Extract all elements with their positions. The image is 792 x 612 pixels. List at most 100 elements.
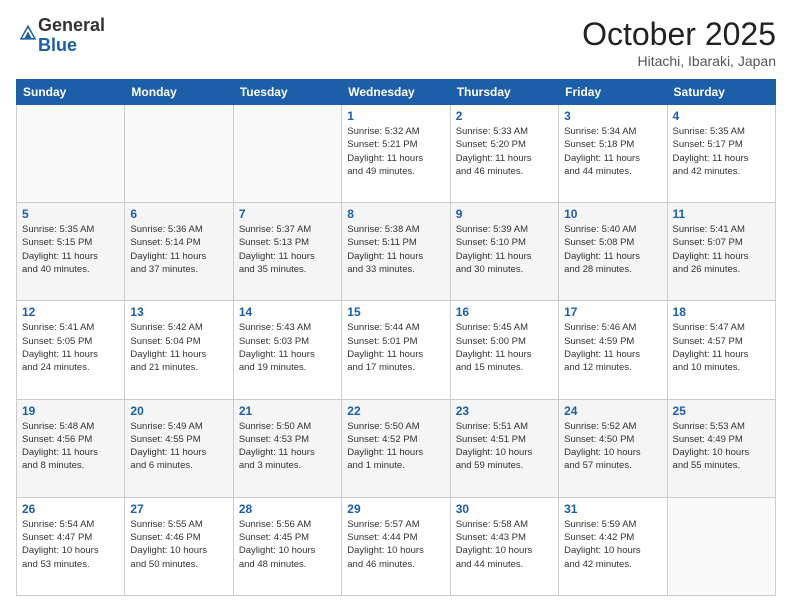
calendar-cell: 26 Sunrise: 5:54 AM Sunset: 4:47 PM Dayli… [17,497,125,595]
day-number: 26 [22,502,119,516]
weekday-header-saturday: Saturday [667,80,775,105]
day-info: Sunrise: 5:45 AM Sunset: 5:00 PM Dayligh… [456,321,553,374]
calendar-cell: 3 Sunrise: 5:34 AM Sunset: 5:18 PM Daylig… [559,105,667,203]
day-info: Sunrise: 5:33 AM Sunset: 5:20 PM Dayligh… [456,125,553,178]
calendar-cell: 15 Sunrise: 5:44 AM Sunset: 5:01 PM Dayli… [342,301,450,399]
day-number: 24 [564,404,661,418]
day-number: 1 [347,109,444,123]
calendar-cell: 31 Sunrise: 5:59 AM Sunset: 4:42 PM Dayli… [559,497,667,595]
day-info: Sunrise: 5:50 AM Sunset: 4:52 PM Dayligh… [347,420,444,473]
day-info: Sunrise: 5:49 AM Sunset: 4:55 PM Dayligh… [130,420,227,473]
weekday-header-friday: Friday [559,80,667,105]
calendar-cell: 13 Sunrise: 5:42 AM Sunset: 5:04 PM Dayli… [125,301,233,399]
calendar-cell: 19 Sunrise: 5:48 AM Sunset: 4:56 PM Dayli… [17,399,125,497]
day-number: 12 [22,305,119,319]
day-number: 3 [564,109,661,123]
calendar-cell: 10Sunrise: 5:40 AM Sunset: 5:08 PM Dayli… [559,203,667,301]
day-number: 22 [347,404,444,418]
weekday-header-sunday: Sunday [17,80,125,105]
calendar-cell: 17 Sunrise: 5:46 AM Sunset: 4:59 PM Dayli… [559,301,667,399]
logo-general-text: General [38,15,105,35]
calendar-cell: 27Sunrise: 5:55 AM Sunset: 4:46 PM Dayli… [125,497,233,595]
day-info: Sunrise: 5:37 AM Sunset: 5:13 PM Dayligh… [239,223,336,276]
day-info: Sunrise: 5:53 AM Sunset: 4:49 PM Dayligh… [673,420,770,473]
day-number: 17 [564,305,661,319]
day-info: Sunrise: 5:32 AM Sunset: 5:21 PM Dayligh… [347,125,444,178]
day-number: 13 [130,305,227,319]
day-info: Sunrise: 5:43 AM Sunset: 5:03 PM Dayligh… [239,321,336,374]
calendar-cell: 8Sunrise: 5:38 AM Sunset: 5:11 PM Daylig… [342,203,450,301]
day-number: 28 [239,502,336,516]
day-info: Sunrise: 5:41 AM Sunset: 5:05 PM Dayligh… [22,321,119,374]
day-info: Sunrise: 5:36 AM Sunset: 5:14 PM Dayligh… [130,223,227,276]
calendar-cell: 29 Sunrise: 5:57 AM Sunset: 4:44 PM Dayli… [342,497,450,595]
calendar-cell: 12 Sunrise: 5:41 AM Sunset: 5:05 PM Dayli… [17,301,125,399]
day-number: 15 [347,305,444,319]
calendar-cell: 24 Sunrise: 5:52 AM Sunset: 4:50 PM Dayli… [559,399,667,497]
general-blue-icon [18,23,38,43]
day-number: 6 [130,207,227,221]
day-number: 14 [239,305,336,319]
day-number: 31 [564,502,661,516]
logo-blue-text: Blue [38,35,77,55]
weekday-header-monday: Monday [125,80,233,105]
day-info: Sunrise: 5:41 AM Sunset: 5:07 PM Dayligh… [673,223,770,276]
calendar-cell: 30Sunrise: 5:58 AM Sunset: 4:43 PM Dayli… [450,497,558,595]
day-info: Sunrise: 5:35 AM Sunset: 5:15 PM Dayligh… [22,223,119,276]
calendar-cell: 28 Sunrise: 5:56 AM Sunset: 4:45 PM Dayli… [233,497,341,595]
day-info: Sunrise: 5:34 AM Sunset: 5:18 PM Dayligh… [564,125,661,178]
day-number: 11 [673,207,770,221]
day-number: 4 [673,109,770,123]
day-info: Sunrise: 5:52 AM Sunset: 4:50 PM Dayligh… [564,420,661,473]
calendar-cell [125,105,233,203]
day-info: Sunrise: 5:39 AM Sunset: 5:10 PM Dayligh… [456,223,553,276]
day-number: 23 [456,404,553,418]
location-text: Hitachi, Ibaraki, Japan [582,53,776,69]
calendar-cell: 7 Sunrise: 5:37 AM Sunset: 5:13 PM Daylig… [233,203,341,301]
day-info: Sunrise: 5:44 AM Sunset: 5:01 PM Dayligh… [347,321,444,374]
calendar-cell: 6 Sunrise: 5:36 AM Sunset: 5:14 PM Daylig… [125,203,233,301]
calendar-cell: 1 Sunrise: 5:32 AM Sunset: 5:21 PM Daylig… [342,105,450,203]
calendar-cell: 14 Sunrise: 5:43 AM Sunset: 5:03 PM Dayli… [233,301,341,399]
weekday-header-thursday: Thursday [450,80,558,105]
day-info: Sunrise: 5:56 AM Sunset: 4:45 PM Dayligh… [239,518,336,571]
calendar-cell: 20 Sunrise: 5:49 AM Sunset: 4:55 PM Dayli… [125,399,233,497]
day-info: Sunrise: 5:47 AM Sunset: 4:57 PM Dayligh… [673,321,770,374]
day-info: Sunrise: 5:38 AM Sunset: 5:11 PM Dayligh… [347,223,444,276]
day-info: Sunrise: 5:42 AM Sunset: 5:04 PM Dayligh… [130,321,227,374]
day-info: Sunrise: 5:59 AM Sunset: 4:42 PM Dayligh… [564,518,661,571]
day-number: 29 [347,502,444,516]
calendar-cell [17,105,125,203]
day-number: 9 [456,207,553,221]
day-info: Sunrise: 5:46 AM Sunset: 4:59 PM Dayligh… [564,321,661,374]
calendar-table: SundayMondayTuesdayWednesdayThursdayFrid… [16,79,776,596]
calendar-cell: 23 Sunrise: 5:51 AM Sunset: 4:51 PM Dayli… [450,399,558,497]
day-info: Sunrise: 5:58 AM Sunset: 4:43 PM Dayligh… [456,518,553,571]
calendar-cell [233,105,341,203]
day-number: 20 [130,404,227,418]
calendar-cell: 25 Sunrise: 5:53 AM Sunset: 4:49 PM Dayli… [667,399,775,497]
day-number: 18 [673,305,770,319]
day-number: 5 [22,207,119,221]
calendar-cell: 21 Sunrise: 5:50 AM Sunset: 4:53 PM Dayli… [233,399,341,497]
day-info: Sunrise: 5:35 AM Sunset: 5:17 PM Dayligh… [673,125,770,178]
day-number: 21 [239,404,336,418]
calendar-cell: 16Sunrise: 5:45 AM Sunset: 5:00 PM Dayli… [450,301,558,399]
day-number: 7 [239,207,336,221]
calendar-cell: 18 Sunrise: 5:47 AM Sunset: 4:57 PM Dayli… [667,301,775,399]
day-info: Sunrise: 5:57 AM Sunset: 4:44 PM Dayligh… [347,518,444,571]
day-number: 2 [456,109,553,123]
day-info: Sunrise: 5:51 AM Sunset: 4:51 PM Dayligh… [456,420,553,473]
calendar-cell [667,497,775,595]
day-number: 25 [673,404,770,418]
calendar-cell: 9 Sunrise: 5:39 AM Sunset: 5:10 PM Daylig… [450,203,558,301]
day-info: Sunrise: 5:48 AM Sunset: 4:56 PM Dayligh… [22,420,119,473]
weekday-header-tuesday: Tuesday [233,80,341,105]
day-info: Sunrise: 5:54 AM Sunset: 4:47 PM Dayligh… [22,518,119,571]
day-info: Sunrise: 5:40 AM Sunset: 5:08 PM Dayligh… [564,223,661,276]
day-number: 19 [22,404,119,418]
calendar-cell: 5 Sunrise: 5:35 AM Sunset: 5:15 PM Daylig… [17,203,125,301]
day-info: Sunrise: 5:50 AM Sunset: 4:53 PM Dayligh… [239,420,336,473]
month-title: October 2025 [582,16,776,53]
page-header: General Blue October 2025 Hitachi, Ibara… [16,16,776,69]
